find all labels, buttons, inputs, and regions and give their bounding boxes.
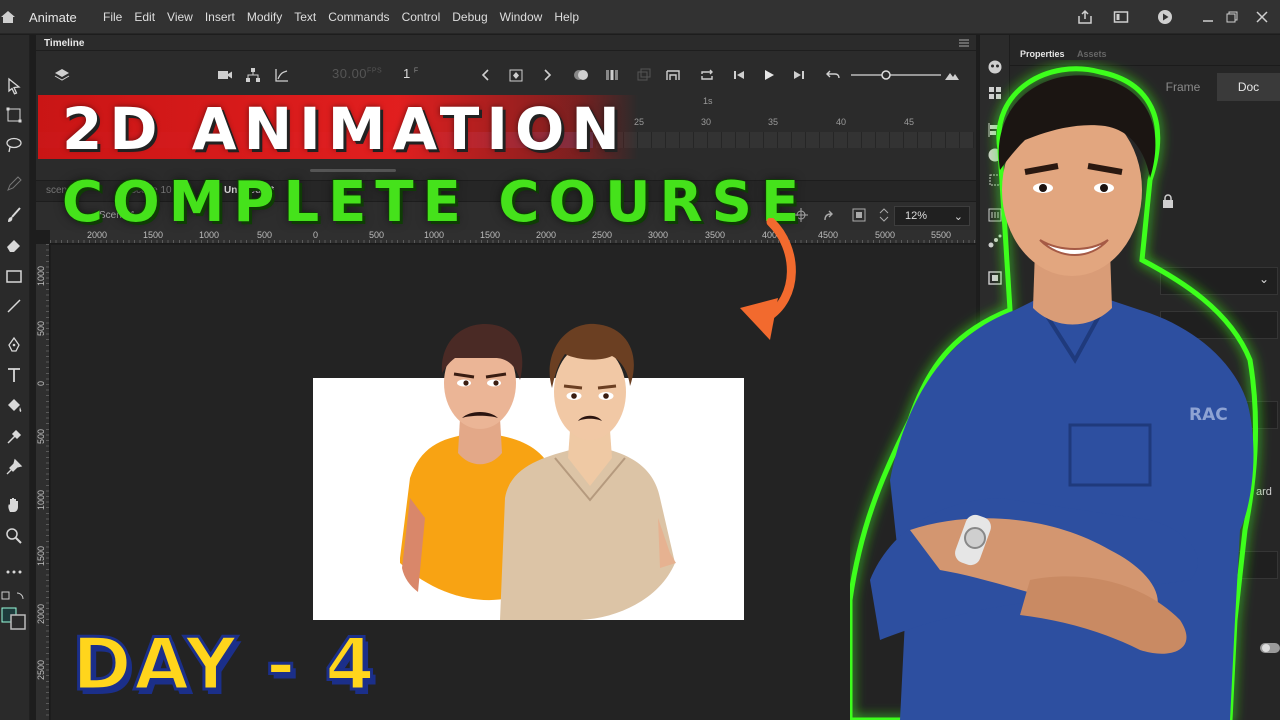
- restore-icon[interactable]: [1224, 9, 1240, 25]
- home-icon[interactable]: [0, 9, 16, 25]
- next-keyframe-icon[interactable]: [539, 67, 555, 83]
- vertical-ruler: 1000 500 0 500 1000 1500 2000 2500: [36, 244, 50, 720]
- create-tween-icon[interactable]: [636, 67, 652, 83]
- eyedropper-tool-icon[interactable]: [5, 428, 23, 446]
- frame-unit: F: [413, 67, 419, 75]
- menu-edit[interactable]: Edit: [134, 10, 155, 24]
- frame-display[interactable]: 1 F: [403, 66, 418, 81]
- text-tool-icon[interactable]: [5, 366, 23, 384]
- zoom-tool-icon[interactable]: [5, 527, 23, 545]
- tools-panel: [0, 35, 30, 720]
- selection-tool-icon[interactable]: [5, 77, 23, 95]
- menu-help[interactable]: Help: [554, 10, 579, 24]
- ruler-number: 1500: [36, 545, 46, 566]
- step-forward-icon[interactable]: [791, 67, 807, 83]
- cartoon-characters-illustration: [400, 323, 676, 620]
- loop-icon[interactable]: [699, 67, 715, 83]
- layers-icon[interactable]: [54, 67, 70, 83]
- app-name: Animate: [29, 10, 77, 25]
- eraser-tool-icon[interactable]: [5, 236, 23, 254]
- hand-tool-icon[interactable]: [5, 496, 23, 514]
- ruler-number: 500: [36, 320, 46, 336]
- pencil-tool-icon[interactable]: [5, 175, 23, 193]
- close-icon[interactable]: [1254, 9, 1270, 25]
- frame-value: 1: [403, 66, 411, 81]
- more-tools-icon[interactable]: [5, 563, 23, 581]
- insert-frame-icon[interactable]: [665, 67, 681, 83]
- seconds-marker: 1s: [703, 96, 713, 106]
- ruler-number: 2500: [36, 659, 46, 680]
- menu-text[interactable]: Text: [294, 10, 316, 24]
- frame-number: 35: [768, 117, 779, 127]
- prev-keyframe-icon[interactable]: [478, 67, 494, 83]
- menu-bar: Animate File Edit View Insert Modify Tex…: [0, 0, 1280, 34]
- minimize-icon[interactable]: [1200, 9, 1216, 25]
- timeline-tab[interactable]: Timeline: [44, 38, 84, 49]
- ruler-number: 1000: [36, 489, 46, 510]
- line-tool-icon[interactable]: [5, 297, 23, 315]
- tab-properties[interactable]: Properties: [1020, 49, 1065, 59]
- free-transform-tool-icon[interactable]: [5, 106, 23, 124]
- pen-tool-icon[interactable]: [5, 336, 23, 354]
- menu-control[interactable]: Control: [402, 10, 441, 24]
- lasso-tool-icon[interactable]: [5, 136, 23, 154]
- menu-file[interactable]: File: [103, 10, 122, 24]
- workspace-icon[interactable]: [1113, 9, 1129, 25]
- fps-unit: FPS: [367, 67, 383, 75]
- curved-arrow-icon: [740, 218, 796, 340]
- day-label: DAY - 4: [71, 621, 377, 708]
- tab-assets[interactable]: Assets: [1077, 49, 1107, 59]
- paint-bucket-tool-icon[interactable]: [5, 397, 23, 415]
- insert-keyframe-icon[interactable]: [508, 67, 524, 83]
- frame-number: 30: [701, 117, 712, 127]
- edit-multiple-frames-icon[interactable]: [604, 67, 620, 83]
- test-movie-icon[interactable]: [1157, 9, 1173, 25]
- camera-icon[interactable]: [217, 67, 233, 83]
- layer-parenting-icon[interactable]: [245, 67, 261, 83]
- rectangle-tool-icon[interactable]: [5, 267, 23, 285]
- brush-tool-icon[interactable]: [5, 206, 23, 224]
- menu-commands[interactable]: Commands: [328, 10, 389, 24]
- fps-display[interactable]: 30.00FPS: [332, 66, 382, 81]
- menu-insert[interactable]: Insert: [205, 10, 235, 24]
- ruler-number: 500: [36, 428, 46, 444]
- ruler-number: 1000: [36, 265, 46, 286]
- undo-icon[interactable]: [825, 67, 841, 83]
- menu-modify[interactable]: Modify: [247, 10, 282, 24]
- graph-icon[interactable]: [274, 67, 290, 83]
- pin-tool-icon[interactable]: [5, 458, 23, 476]
- rotate-stage-icon[interactable]: [822, 207, 838, 223]
- title-line-1: 2D ANIMATION: [62, 95, 627, 163]
- onion-skin-icon[interactable]: [573, 67, 589, 83]
- ruler-number: 2000: [36, 603, 46, 624]
- panel-menu-icon[interactable]: [958, 38, 970, 48]
- menu-debug[interactable]: Debug: [452, 10, 487, 24]
- ruler-number: 4500: [818, 230, 839, 240]
- title-line-2: COMPLETE COURSE: [62, 170, 809, 235]
- share-icon[interactable]: [1077, 9, 1093, 25]
- shirt-text: RAC: [1189, 405, 1228, 425]
- ruler-number: 0: [36, 380, 46, 386]
- fps-value: 30.00: [332, 66, 368, 81]
- presenter-photo: [850, 66, 1258, 720]
- fill-stroke-swatch-icon[interactable]: [1, 591, 27, 631]
- main-menu: File Edit View Insert Modify Text Comman…: [103, 10, 579, 24]
- play-icon[interactable]: [761, 67, 777, 83]
- tab-divider: [36, 50, 976, 51]
- menu-window[interactable]: Window: [500, 10, 543, 24]
- menu-view[interactable]: View: [167, 10, 193, 24]
- step-back-icon[interactable]: [731, 67, 747, 83]
- frame-number: 40: [836, 117, 847, 127]
